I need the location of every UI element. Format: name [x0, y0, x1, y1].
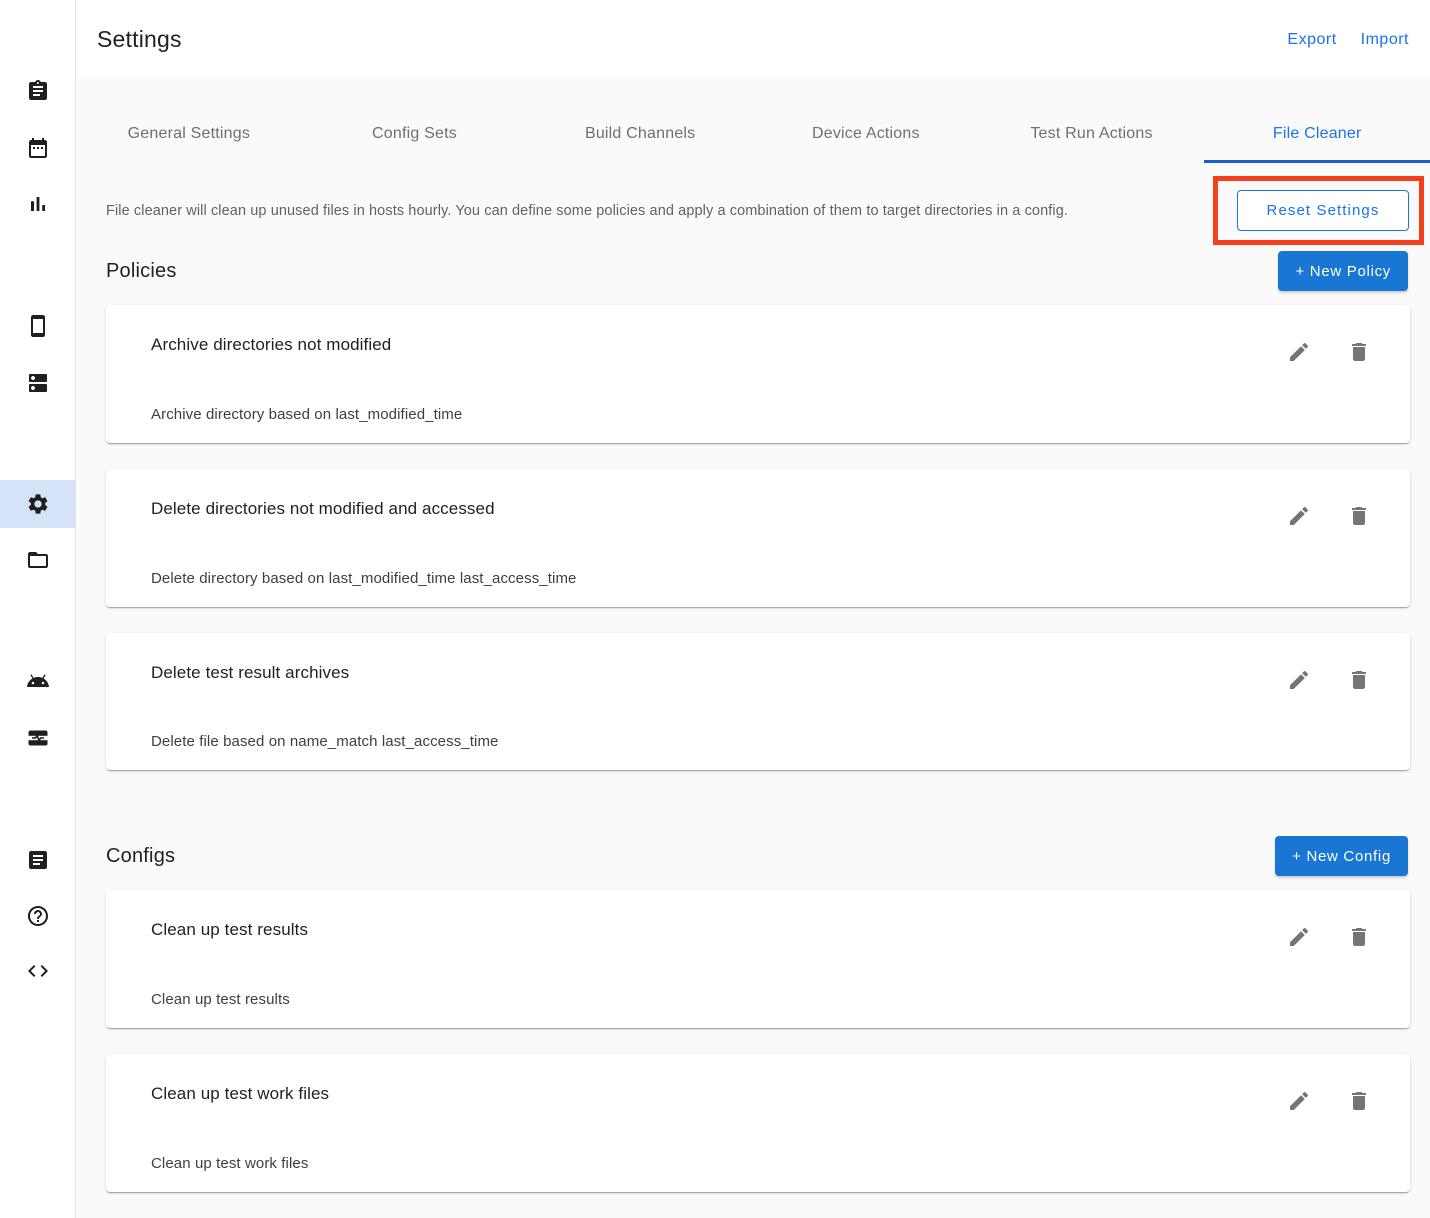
policy-title: Archive directories not modified — [151, 335, 1362, 355]
config-card: Clean up test work files Clean up test w… — [106, 1054, 1410, 1192]
sidebar-item-test-plans[interactable] — [0, 67, 75, 115]
bar-chart-icon — [26, 192, 50, 216]
smartphone-icon — [26, 314, 50, 338]
edit-config-button[interactable] — [1287, 925, 1311, 949]
sidebar-item-schedule[interactable] — [0, 124, 75, 172]
trash-icon — [1347, 504, 1371, 528]
trash-icon — [1347, 668, 1371, 692]
delete-policy-button[interactable] — [1347, 340, 1371, 364]
help-icon — [26, 904, 50, 928]
page-title: Settings — [97, 26, 182, 53]
android-icon — [26, 669, 50, 693]
policy-subtitle: Delete file based on name_match last_acc… — [151, 733, 499, 750]
sidebar-item-file-browser[interactable] — [0, 536, 75, 584]
settings-tabbar: General Settings Config Sets Build Chann… — [76, 79, 1430, 163]
edit-policy-button[interactable] — [1287, 504, 1311, 528]
policy-title: Delete test result archives — [151, 663, 1362, 683]
card-actions — [1287, 340, 1371, 364]
new-policy-button[interactable]: + New Policy — [1278, 251, 1408, 291]
config-title: Clean up test results — [151, 920, 1362, 940]
sidebar-item-hosts[interactable] — [0, 359, 75, 407]
policies-section-header: Policies + New Policy — [106, 251, 1408, 291]
tab-file-cleaner[interactable]: File Cleaner — [1204, 79, 1430, 163]
card-actions — [1287, 504, 1371, 528]
policy-card: Archive directories not modified Archive… — [106, 305, 1410, 443]
file-cleaner-header: File cleaner will clean up unused files … — [106, 176, 1424, 245]
pencil-icon — [1287, 1089, 1311, 1113]
policy-title: Delete directories not modified and acce… — [151, 499, 1362, 519]
server-rack-icon — [26, 371, 50, 395]
main-area: Settings Export Import General Settings … — [76, 0, 1430, 1218]
app-root: Settings Export Import General Settings … — [0, 0, 1430, 1218]
trash-icon — [1347, 925, 1371, 949]
article-icon — [26, 848, 50, 872]
edit-policy-button[interactable] — [1287, 668, 1311, 692]
sidebar-item-settings[interactable] — [0, 480, 75, 528]
edit-policy-button[interactable] — [1287, 340, 1311, 364]
policies-heading: Policies — [106, 260, 177, 283]
code-icon — [26, 959, 50, 983]
tab-general-settings[interactable]: General Settings — [76, 79, 302, 163]
trash-icon — [1347, 1089, 1371, 1113]
clipboard-icon — [26, 79, 50, 103]
delete-config-button[interactable] — [1347, 925, 1371, 949]
sidebar-item-help[interactable] — [0, 892, 75, 940]
sidebar-item-docs[interactable] — [0, 836, 75, 884]
card-actions — [1287, 925, 1371, 949]
topbar-links: Export Import — [1287, 31, 1409, 49]
tab-config-sets[interactable]: Config Sets — [302, 79, 528, 163]
pencil-icon — [1287, 925, 1311, 949]
tab-build-channels[interactable]: Build Channels — [527, 79, 753, 163]
import-link[interactable]: Import — [1361, 31, 1409, 49]
tab-test-run-actions[interactable]: Test Run Actions — [979, 79, 1205, 163]
card-actions — [1287, 668, 1371, 692]
config-title: Clean up test work files — [151, 1084, 1362, 1104]
trash-icon — [1347, 340, 1371, 364]
monitoring-icon — [26, 726, 50, 750]
config-subtitle: Clean up test work files — [151, 1155, 308, 1172]
topbar: Settings Export Import — [76, 0, 1430, 79]
tab-device-actions[interactable]: Device Actions — [753, 79, 979, 163]
gear-icon — [26, 492, 50, 516]
pencil-icon — [1287, 504, 1311, 528]
export-link[interactable]: Export — [1287, 31, 1336, 49]
reset-settings-button[interactable]: Reset Settings — [1237, 190, 1409, 231]
configs-section-header: Configs + New Config — [106, 836, 1408, 876]
pencil-icon — [1287, 668, 1311, 692]
delete-config-button[interactable] — [1347, 1089, 1371, 1113]
pencil-icon — [1287, 340, 1311, 364]
sidebar-item-monitoring[interactable] — [0, 714, 75, 762]
sidebar — [0, 0, 76, 1218]
policy-subtitle: Delete directory based on last_modified_… — [151, 570, 576, 587]
config-card: Clean up test results Clean up test resu… — [106, 890, 1410, 1028]
policy-card: Delete directories not modified and acce… — [106, 469, 1410, 607]
card-actions — [1287, 1089, 1371, 1113]
calendar-icon — [26, 136, 50, 160]
file-cleaner-description: File cleaner will clean up unused files … — [106, 203, 1213, 219]
configs-heading: Configs — [106, 845, 175, 868]
delete-policy-button[interactable] — [1347, 504, 1371, 528]
sidebar-item-reports[interactable] — [0, 180, 75, 228]
config-subtitle: Clean up test results — [151, 991, 290, 1008]
sidebar-item-android[interactable] — [0, 657, 75, 705]
sidebar-item-api[interactable] — [0, 947, 75, 995]
folder-icon — [26, 548, 50, 572]
new-config-button[interactable]: + New Config — [1275, 836, 1408, 876]
policy-subtitle: Archive directory based on last_modified… — [151, 406, 462, 423]
annotation-highlight-box: Reset Settings — [1213, 176, 1424, 245]
policy-card: Delete test result archives Delete file … — [106, 633, 1410, 771]
delete-policy-button[interactable] — [1347, 668, 1371, 692]
sidebar-item-devices[interactable] — [0, 302, 75, 350]
edit-config-button[interactable] — [1287, 1089, 1311, 1113]
